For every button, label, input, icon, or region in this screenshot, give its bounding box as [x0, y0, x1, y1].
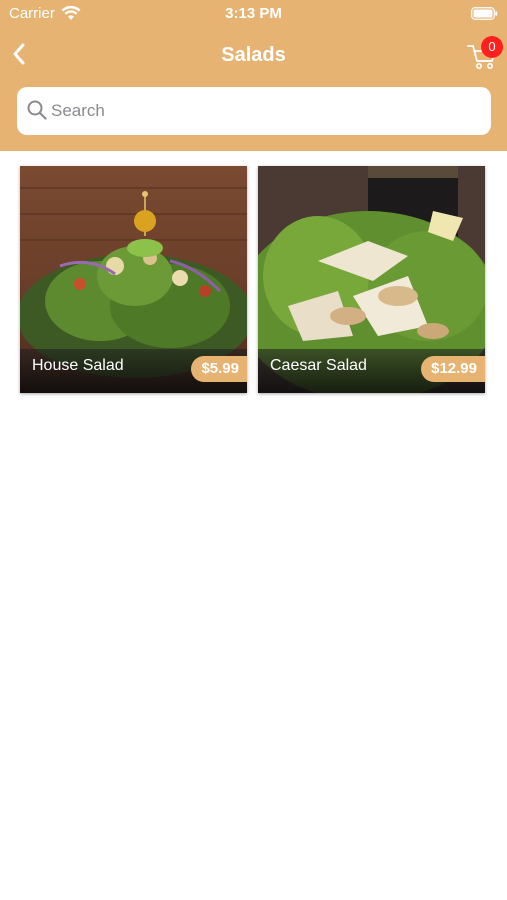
nav-bar: Salads 0	[0, 28, 507, 84]
product-name: Caesar Salad	[270, 357, 367, 374]
battery-icon	[471, 7, 498, 20]
cart-count-badge: 0	[481, 36, 503, 58]
price-badge: $5.99	[191, 356, 247, 382]
search-icon	[27, 100, 47, 120]
search-bar[interactable]	[17, 87, 491, 135]
header: Carrier 3:13 PM Salads 0	[0, 0, 507, 151]
status-time: 3:13 PM	[225, 5, 282, 22]
status-bar: Carrier 3:13 PM	[0, 0, 507, 28]
cart-button[interactable]: 0	[465, 36, 505, 76]
search-input[interactable]	[51, 87, 471, 135]
product-card-caesar-salad[interactable]: Caesar Salad $12.99	[258, 166, 485, 393]
page-title: Salads	[221, 44, 286, 66]
product-card-house-salad[interactable]: House Salad $5.99	[20, 166, 247, 393]
price-badge: $12.99	[421, 356, 485, 382]
product-name: House Salad	[32, 357, 124, 374]
